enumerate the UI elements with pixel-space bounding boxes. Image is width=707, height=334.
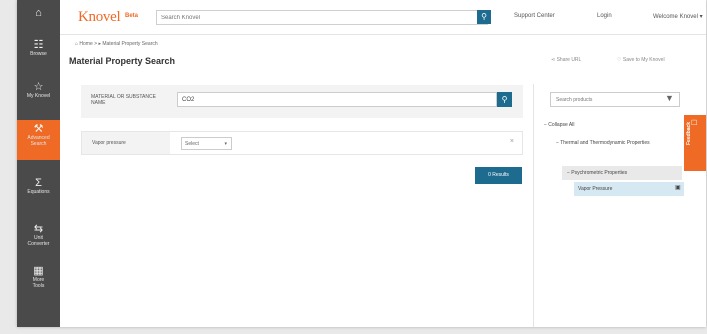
page-title: Material Property Search bbox=[69, 56, 176, 66]
star-icon: ☆ bbox=[33, 81, 44, 93]
select-value: Select bbox=[185, 141, 199, 147]
property-filter-row: Vapor pressure Select ▾ × bbox=[81, 131, 523, 155]
collapse-all-toggle[interactable]: − Collapse All bbox=[544, 122, 574, 128]
browse-icon: ☷ bbox=[33, 39, 44, 51]
material-input[interactable]: CO2 bbox=[177, 92, 497, 107]
search-icon: ⚲ bbox=[481, 12, 487, 21]
material-field-label: MATERIAL OR SUBSTANCE NAME bbox=[91, 94, 156, 106]
tree-leaf-vapor-pressure[interactable]: Vapor Pressure bbox=[578, 186, 612, 192]
selected-check-icon: ▣ bbox=[675, 185, 681, 191]
sidebar-item-label: Advanced Search bbox=[27, 135, 50, 147]
home-icon: ⌂ bbox=[35, 7, 42, 19]
share-url-link[interactable]: ⋖ Share URL bbox=[551, 57, 581, 63]
feedback-tab[interactable]: ☐ Feedback bbox=[684, 115, 706, 171]
results-button[interactable]: 0 Results bbox=[475, 167, 522, 184]
sidebar-item-label: My Knovel bbox=[26, 93, 51, 99]
property-label: Vapor pressure bbox=[92, 140, 126, 146]
global-search-input[interactable] bbox=[161, 11, 461, 24]
sidebar-item-unit-converter[interactable]: ⇆ Unit Converter bbox=[17, 220, 60, 258]
sidebar: ⌂ ☷ Browse ☆ My Knovel ⚒ Advanced Search… bbox=[17, 0, 60, 327]
support-center-link[interactable]: Support Center bbox=[514, 13, 555, 19]
beta-badge: Beta bbox=[125, 13, 139, 19]
tree-node-psychrometric[interactable]: − Psychrometric Properties bbox=[567, 170, 627, 176]
sigma-icon: Σ bbox=[35, 177, 42, 189]
top-bar: Knovel Beta ⚲ Support Center Login Welco… bbox=[60, 0, 706, 35]
sidebar-item-label: Equations bbox=[27, 189, 50, 195]
sidebar-item-browse[interactable]: ☷ Browse bbox=[17, 36, 60, 74]
property-label-cell: Vapor pressure bbox=[82, 132, 170, 154]
tree-node-thermal[interactable]: − Thermal and Thermodynamic Properties bbox=[556, 140, 676, 146]
remove-property-icon[interactable]: × bbox=[510, 138, 514, 145]
material-search-card: MATERIAL OR SUBSTANCE NAME CO2 ⚲ bbox=[81, 85, 523, 118]
sidebar-item-label: Unit Converter bbox=[27, 235, 50, 247]
sidebar-item-my-knovel[interactable]: ☆ My Knovel bbox=[17, 78, 60, 116]
sidebar-item-label: More Tools bbox=[32, 277, 45, 289]
sidebar-item-advanced-search[interactable]: ⚒ Advanced Search bbox=[17, 120, 60, 160]
save-label: Save to My Knovel bbox=[622, 57, 665, 63]
material-search-button[interactable]: ⚲ bbox=[497, 92, 512, 107]
chevron-down-icon: ▾ bbox=[224, 141, 227, 147]
sidebar-item-label: Browse bbox=[30, 51, 47, 57]
global-search-button[interactable]: ⚲ bbox=[477, 10, 491, 24]
knovel-logo[interactable]: Knovel bbox=[78, 9, 121, 26]
tools-icon: ▦ bbox=[33, 265, 44, 277]
feedback-label: Feedback bbox=[686, 121, 692, 145]
advanced-search-icon: ⚒ bbox=[33, 123, 44, 135]
share-url-label: Share URL bbox=[556, 57, 582, 63]
sidebar-item-equations[interactable]: Σ Equations bbox=[17, 174, 60, 212]
app-window: ⌂ ☷ Browse ☆ My Knovel ⚒ Advanced Search… bbox=[17, 0, 706, 327]
property-condition-select[interactable]: Select ▾ bbox=[181, 137, 232, 150]
converter-icon: ⇆ bbox=[33, 223, 44, 235]
user-menu[interactable]: Welcome Knovel ▾ bbox=[653, 13, 703, 20]
save-to-my-knovel-link[interactable]: ♡ Save to My Knovel bbox=[617, 57, 665, 63]
login-link[interactable]: Login bbox=[597, 13, 612, 19]
breadcrumb[interactable]: ⌂ Home > ▸ Material Property Search bbox=[75, 41, 158, 47]
property-search-input[interactable]: Search products bbox=[550, 92, 680, 107]
sidebar-item-more-tools[interactable]: ▦ More Tools bbox=[17, 262, 60, 300]
filter-icon[interactable]: ▼ bbox=[665, 93, 674, 103]
global-search bbox=[156, 10, 488, 25]
search-icon: ⚲ bbox=[501, 95, 508, 104]
property-tree-panel: Search products ▼ − Collapse All − Therm… bbox=[533, 84, 706, 327]
